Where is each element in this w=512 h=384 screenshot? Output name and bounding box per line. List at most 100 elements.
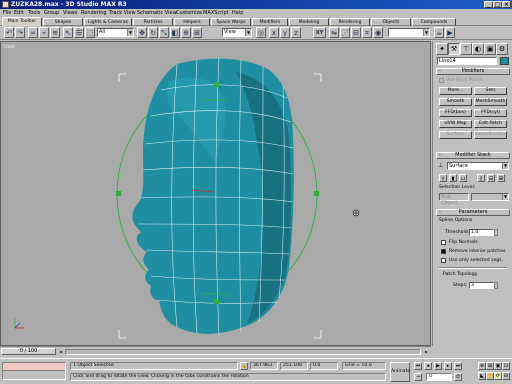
menu-tools[interactable]: Tools [28, 9, 40, 17]
menu-views[interactable]: Views [63, 9, 77, 17]
edit-patch-button[interactable]: Edit Patch [474, 120, 507, 128]
modifier-stack-rollout[interactable]: - Modifier Stack [436, 152, 510, 159]
display-tab[interactable]: ▣ [484, 43, 496, 55]
redo-button[interactable]: ↷ [15, 27, 25, 38]
utilities-tab[interactable]: ⚙ [496, 43, 508, 55]
tab-objects[interactable]: Objects [371, 18, 411, 26]
show-end-result-icon[interactable]: ⊔ [459, 174, 467, 182]
tab-modifiers[interactable]: Modifiers [252, 18, 288, 26]
undo-button[interactable]: ↶ [4, 27, 14, 38]
menu-help[interactable]: Help [232, 9, 243, 17]
title-bar[interactable]: ZUZKA28.max - 3D Studio MAX R3 _ □ × [0, 0, 512, 9]
z-coordinate[interactable]: 0.0 [310, 362, 338, 370]
select-by-name-button[interactable]: ☰ [74, 27, 84, 38]
remove-interior-checkbox[interactable] [441, 249, 446, 254]
render-scene-button[interactable]: ☕ [434, 27, 444, 38]
surface-button[interactable]: Surface [439, 131, 472, 139]
tab-main-toolbar[interactable]: Main Toolbar [2, 17, 42, 26]
pivot-button[interactable]: ◎ [256, 27, 266, 38]
menu-group[interactable]: Group [44, 9, 59, 17]
modifier-stack-select[interactable]: Surface ▼ [447, 162, 509, 170]
tab-modeling[interactable]: Modeling [289, 18, 329, 26]
zoom-extents-icon[interactable]: ▣ [494, 362, 502, 370]
arc-rotate-icon[interactable]: ⟳ [494, 372, 502, 380]
app-icon[interactable] [2, 1, 9, 8]
menu-edit[interactable]: Edit [14, 9, 24, 17]
axis-z-button[interactable]: z [291, 27, 301, 38]
track-bar[interactable] [65, 349, 421, 355]
prev-frame-icon[interactable]: ◄ [57, 348, 64, 355]
ffd-cyl-button[interactable]: FFD(cyl) [474, 109, 507, 117]
maximize-button[interactable]: □ [493, 1, 502, 8]
axis-x-button[interactable]: x [269, 27, 279, 38]
modifiers-rollout[interactable]: - Modifiers [436, 68, 510, 75]
menu-maxscript[interactable]: MAXScript [203, 9, 229, 17]
tab-rendering[interactable]: Rendering [330, 18, 370, 26]
create-tab[interactable]: ✦ [436, 43, 448, 55]
modify-tab[interactable]: ⚒ [448, 43, 460, 55]
go-to-end-icon[interactable]: ⏭ [454, 362, 462, 370]
bind-space-warp-button[interactable]: ≋ [50, 27, 60, 38]
active-inactive-icon[interactable]: ▮ [449, 174, 457, 182]
menu-file[interactable]: File [3, 9, 11, 17]
spinner-arrows-icon[interactable] [494, 282, 498, 289]
time-slider[interactable]: 0 / 100 [1, 348, 56, 355]
flip-normals-checkbox[interactable] [441, 240, 446, 245]
axis-xy-button[interactable]: XY [313, 27, 326, 38]
go-to-start-icon[interactable]: ⏮ [414, 362, 422, 370]
tab-shapes[interactable]: Shapes [43, 18, 83, 26]
ffd-box-button[interactable]: FFD(box) [439, 109, 472, 117]
key-mode-icon[interactable]: ⊸ [414, 373, 422, 381]
tab-space-warps[interactable]: Space Warps [211, 18, 251, 26]
quick-render-button[interactable]: ▶ [445, 27, 455, 38]
minimize-button[interactable]: _ [484, 1, 493, 8]
mirror-button[interactable]: ⇋ [329, 27, 339, 38]
viewport-user[interactable]: User [0, 41, 431, 346]
named-selection-select[interactable]: ▼ [388, 28, 430, 37]
pin-icon[interactable]: ⫯ [439, 174, 447, 182]
selection-filter-select[interactable]: All ▼ [97, 28, 134, 37]
object-color-swatch[interactable] [500, 57, 509, 65]
smooth-button[interactable]: Smooth [439, 98, 472, 106]
sub-object-button[interactable]: Sub-Object [439, 193, 469, 206]
tab-lights-cameras[interactable]: Lights & Cameras [84, 18, 132, 26]
schematic-button[interactable]: ⌗ [362, 27, 372, 38]
sets-button[interactable]: Sets [474, 87, 507, 95]
menu-track-view[interactable]: Track View [109, 9, 136, 17]
object-name-field[interactable]: Line14 [437, 57, 497, 65]
zoom-all-icon[interactable]: ⊞ [486, 362, 494, 370]
edit-stack-icon[interactable]: ⊞ [497, 174, 505, 182]
spinner-arrows-icon[interactable] [494, 229, 498, 236]
squash-button[interactable]: ◧ [170, 27, 180, 38]
crosssection-button[interactable]: CrossSection [474, 131, 507, 139]
pin-stack-icon[interactable]: ⊥ [438, 162, 446, 170]
select-scale-button[interactable]: ⤡ [159, 27, 169, 38]
coord-system-select[interactable]: View ▼ [222, 28, 252, 37]
hierarchy-tab[interactable]: ⊤ [460, 43, 472, 55]
y-coordinate[interactable]: 251.106 [280, 362, 308, 370]
select-rotate-button[interactable]: ↻ [148, 27, 158, 38]
close-button[interactable]: × [502, 1, 511, 8]
make-unique-icon[interactable]: ▯ [477, 174, 485, 182]
menu-rendering[interactable]: Rendering [81, 9, 107, 17]
use-pivot-points-checkbox[interactable] [439, 78, 444, 83]
maxscript-listener[interactable] [2, 362, 66, 380]
x-coordinate[interactable]: 367.963 [250, 362, 278, 370]
pan-icon[interactable]: ✋ [486, 372, 494, 380]
tab-compounds[interactable]: Compounds [412, 18, 456, 26]
select-button[interactable]: ↖ [63, 27, 73, 38]
select-region-button[interactable]: ⬚ [85, 27, 95, 38]
array-button[interactable]: ⋰ [340, 27, 350, 38]
previous-frame-icon[interactable]: ◂ [424, 362, 432, 370]
use-only-selected-checkbox[interactable] [441, 258, 446, 263]
snap-button[interactable]: ⊞ [192, 27, 202, 38]
uvw-map-button[interactable]: UVW Map [439, 120, 472, 128]
zoom-icon[interactable]: ⊕ [478, 362, 486, 370]
threshold-spinner[interactable]: 1.0 [469, 229, 498, 236]
tab-particles[interactable]: Particles [133, 18, 173, 26]
time-config-icon[interactable]: ⏱ [454, 373, 462, 381]
min-max-toggle-icon[interactable]: ⊟ [502, 372, 510, 380]
select-move-button[interactable]: ✥ [137, 27, 147, 38]
maxscript-mini-listener[interactable] [3, 363, 65, 371]
animate-button[interactable]: Animate [390, 362, 410, 382]
